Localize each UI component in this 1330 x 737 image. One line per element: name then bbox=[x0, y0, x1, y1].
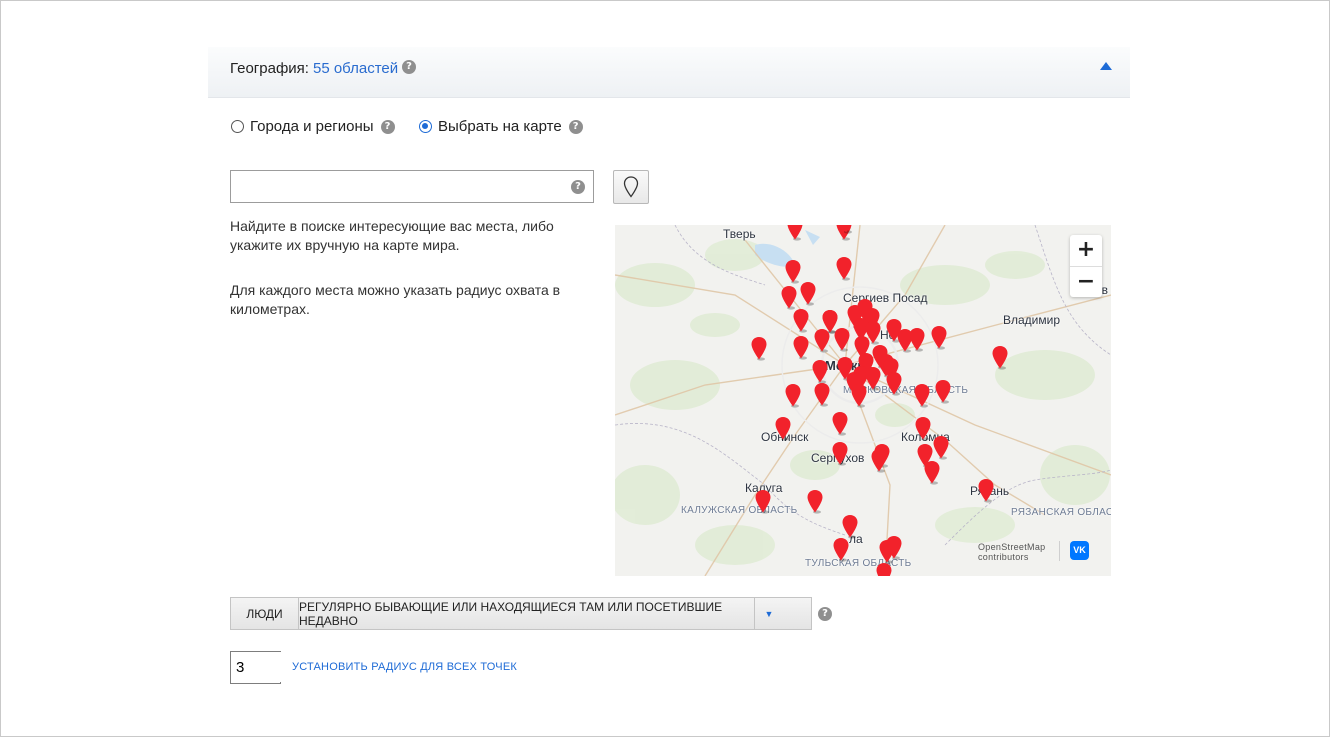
radio-cities-regions-control[interactable] bbox=[231, 120, 244, 133]
place-search-input[interactable] bbox=[231, 171, 577, 201]
attribution-line-1: OpenStreetMap bbox=[978, 542, 1046, 552]
hint-radius: Для каждого места можно указать радиус о… bbox=[230, 282, 561, 317]
audience-type-value[interactable]: РЕГУЛЯРНО БЫВАЮЩИЕ ИЛИ НАХОДЯЩИЕСЯ ТАМ И… bbox=[299, 598, 755, 629]
map-marker-icon[interactable] bbox=[831, 441, 849, 466]
map-marker-icon[interactable] bbox=[991, 345, 1009, 370]
map-marker-icon[interactable] bbox=[806, 489, 824, 514]
map-pin-icon bbox=[623, 176, 639, 198]
hint-search: Найдите в поиске интересующие вас места,… bbox=[230, 218, 554, 253]
map-marker-icon[interactable] bbox=[831, 411, 849, 436]
map-marker-icon[interactable] bbox=[841, 514, 859, 539]
map-marker-icon[interactable] bbox=[813, 382, 831, 407]
map-marker-icon[interactable] bbox=[885, 371, 903, 396]
add-point-button[interactable] bbox=[613, 170, 649, 204]
radio-cities-regions[interactable]: Города и регионы ? bbox=[231, 118, 395, 135]
radius-field[interactable] bbox=[230, 651, 281, 684]
cities-help-icon[interactable]: ? bbox=[380, 119, 395, 134]
map-marker-icon[interactable] bbox=[850, 383, 868, 408]
place-search-field[interactable]: ? bbox=[230, 170, 594, 203]
map-marker-icon[interactable] bbox=[750, 336, 768, 361]
map-marker-icon[interactable] bbox=[784, 383, 802, 408]
audience-selector[interactable]: ЛЮДИ РЕГУЛЯРНО БЫВАЮЩИЕ ИЛИ НАХОДЯЩИЕСЯ … bbox=[230, 597, 812, 630]
map-marker-icon[interactable] bbox=[837, 225, 855, 234]
map-marker-icon[interactable] bbox=[792, 335, 810, 360]
map-marker-icon[interactable] bbox=[930, 325, 948, 350]
attribution-separator bbox=[1059, 541, 1060, 561]
audience-help-icon[interactable]: ? bbox=[818, 607, 832, 621]
map-marker-icon[interactable] bbox=[923, 460, 941, 485]
map-marker-icon[interactable] bbox=[754, 489, 772, 514]
map-marker-icon[interactable] bbox=[813, 328, 831, 353]
radius-input[interactable] bbox=[231, 652, 281, 682]
zoom-in-button[interactable]: + bbox=[1070, 235, 1102, 267]
map-marker-icon[interactable] bbox=[913, 383, 931, 408]
map-marker-icon[interactable] bbox=[835, 256, 853, 281]
map-marker-icon[interactable] bbox=[799, 281, 817, 307]
map-marker-icon[interactable] bbox=[786, 225, 804, 241]
map-marker-icon[interactable] bbox=[780, 285, 798, 310]
map-view[interactable]: Тверь Сергиев Посад Владимир Москва Но М… bbox=[615, 225, 1111, 576]
map-marker-icon[interactable] bbox=[914, 416, 932, 441]
attribution-line-2: contributors bbox=[978, 552, 1029, 562]
geography-help-icon[interactable]: ? bbox=[402, 60, 416, 74]
map-marker-icon[interactable] bbox=[792, 308, 810, 333]
map-marker-icon[interactable] bbox=[833, 327, 851, 352]
collapse-arrow-icon[interactable] bbox=[1100, 62, 1112, 70]
geography-label: География: bbox=[230, 60, 309, 77]
map-marker-icon[interactable] bbox=[832, 537, 850, 562]
zoom-out-button[interactable]: − bbox=[1070, 267, 1102, 298]
map-marker-icon[interactable] bbox=[977, 478, 995, 503]
map-marker-icon[interactable] bbox=[885, 535, 903, 560]
radio-cities-regions-label: Города и регионы bbox=[250, 118, 374, 135]
map-mode-help-icon[interactable]: ? bbox=[568, 119, 583, 134]
radio-select-on-map-label: Выбрать на карте bbox=[438, 118, 562, 135]
zoom-control: + − bbox=[1070, 235, 1102, 297]
radio-select-on-map-control[interactable] bbox=[419, 120, 432, 133]
map-attribution[interactable]: OpenStreetMap contributors bbox=[978, 542, 1045, 562]
audience-dropdown-arrow-icon[interactable]: ▼ bbox=[755, 598, 783, 629]
map-label-kaluga-region: КАЛУЖСКАЯ ОБЛАСТЬ bbox=[681, 505, 798, 516]
map-label-vladimir: Владимир bbox=[1003, 313, 1061, 327]
map-marker-icon[interactable] bbox=[811, 359, 829, 384]
map-marker-icon[interactable] bbox=[934, 379, 952, 404]
geography-count-link[interactable]: 55 областей bbox=[313, 60, 398, 77]
audience-people-tab[interactable]: ЛЮДИ bbox=[231, 598, 299, 629]
geography-header[interactable]: География: 55 областей ? bbox=[208, 47, 1130, 98]
map-marker-icon[interactable] bbox=[875, 562, 893, 576]
set-radius-all-link[interactable]: УСТАНОВИТЬ РАДИУС ДЛЯ ВСЕХ ТОЧЕК bbox=[292, 661, 517, 673]
map-label-tver: Тверь bbox=[723, 227, 756, 241]
map-marker-icon[interactable] bbox=[908, 327, 926, 352]
map-label-ryazan-region: РЯЗАНСКАЯ ОБЛАСТЬ bbox=[1011, 507, 1111, 518]
search-help-icon[interactable]: ? bbox=[571, 180, 585, 194]
vk-logo-icon[interactable]: VK bbox=[1070, 541, 1089, 560]
geography-title: География: 55 областей bbox=[230, 60, 398, 77]
map-marker-icon[interactable] bbox=[870, 448, 888, 473]
map-marker-icon[interactable] bbox=[932, 435, 950, 460]
map-marker-icon[interactable] bbox=[774, 416, 792, 441]
radio-select-on-map[interactable]: Выбрать на карте ? bbox=[419, 118, 583, 135]
